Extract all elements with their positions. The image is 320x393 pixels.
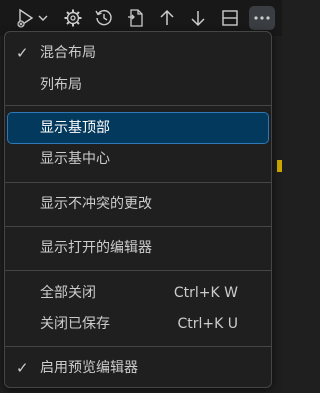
menu-item-label: 显示基顶部 [40,120,110,136]
history-icon[interactable] [92,6,116,30]
menu-separator [5,346,271,347]
menu-item-close-all[interactable]: 全部关闭 Ctrl+K W [8,278,268,308]
arrow-down-icon[interactable] [186,6,210,30]
check-icon: ✓ [16,44,29,62]
menu-separator [5,226,271,227]
more-actions-icon[interactable] [249,6,275,30]
menu-item-label: 显示打开的编辑器 [40,240,152,256]
open-file-icon[interactable] [124,6,148,30]
menu-item-label: 显示基中心 [40,151,110,167]
change-marker [277,160,282,172]
menu-item-mixed-layout[interactable]: ✓ 混合布局 [8,38,268,68]
chevron-down-icon[interactable] [36,6,50,30]
menu-item-close-saved[interactable]: 关闭已保存 Ctrl+K U [8,309,268,339]
keyboard-shortcut: Ctrl+K U [177,316,238,332]
menu-item-show-base-top[interactable]: 显示基顶部 [7,112,269,144]
menu-item-show-non-conflicting[interactable]: 显示不冲突的更改 [8,189,268,219]
menu-item-label: 列布局 [40,77,82,93]
editor-gutter [272,36,282,393]
menu-item-show-open-editors[interactable]: 显示打开的编辑器 [8,233,268,263]
run-debug-icon[interactable] [14,6,38,30]
menu-item-label: 全部关闭 [40,285,96,301]
menu-item-label: 显示不冲突的更改 [40,196,152,212]
keyboard-shortcut: Ctrl+K W [173,285,238,301]
check-icon: ✓ [16,359,29,377]
more-actions-menu: ✓ 混合布局 列布局 显示基顶部 显示基中心 显示不冲突的更改 显示打开的编辑器… [4,31,272,388]
menu-separator [5,182,271,183]
menu-item-label: 混合布局 [40,45,96,61]
menu-item-column-layout[interactable]: 列布局 [8,70,268,100]
menu-item-enable-preview-editor[interactable]: ✓ 启用预览编辑器 [8,353,268,383]
menu-item-label: 启用预览编辑器 [40,360,138,376]
split-layout-icon[interactable] [218,6,242,30]
menu-item-label: 关闭已保存 [40,316,110,332]
menu-item-show-base-center[interactable]: 显示基中心 [8,144,268,174]
arrow-up-icon[interactable] [155,6,179,30]
menu-separator [5,270,271,271]
menu-separator [5,105,271,106]
gear-icon[interactable] [61,6,85,30]
